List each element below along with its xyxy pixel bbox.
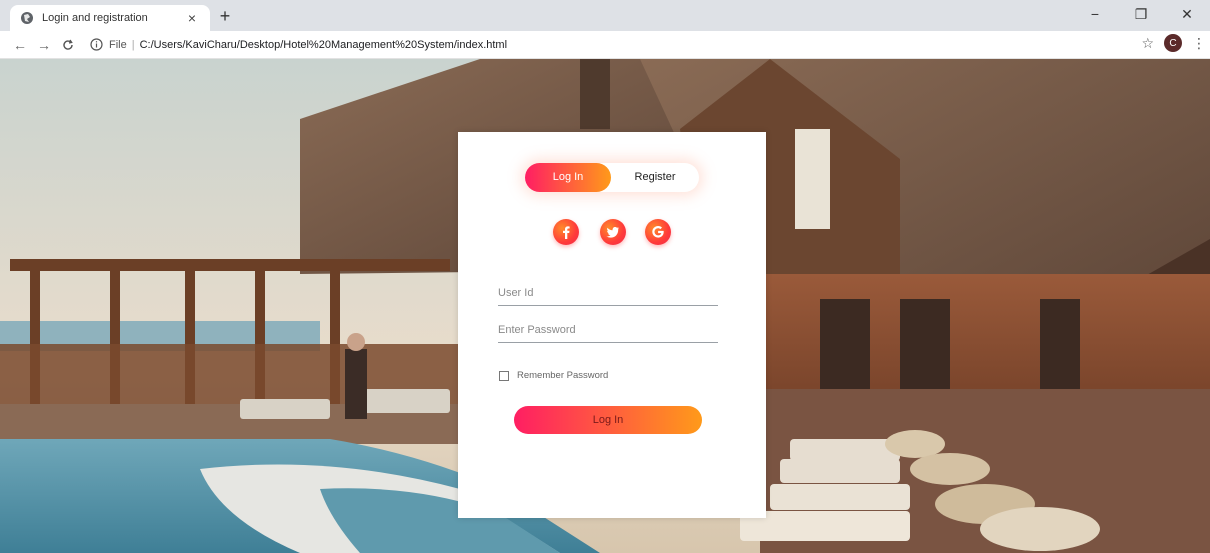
address-scheme-label: File <box>109 38 127 51</box>
forward-button[interactable]: → <box>32 33 56 57</box>
toolbar-right: ☆ C ⋮ <box>1141 34 1206 52</box>
remember-password-label: Remember Password <box>517 370 609 381</box>
minimize-button[interactable]: − <box>1072 0 1118 28</box>
new-tab-button[interactable]: + <box>214 5 236 27</box>
browser-tab[interactable]: Login and registration × <box>10 5 210 31</box>
login-submit-button[interactable]: Log In <box>514 406 702 434</box>
facebook-icon[interactable] <box>553 219 579 245</box>
browser-menu-icon[interactable]: ⋮ <box>1192 35 1206 52</box>
password-input[interactable] <box>498 317 718 343</box>
remember-password-checkbox[interactable] <box>499 370 509 381</box>
bookmark-star-icon[interactable]: ☆ <box>1141 35 1154 52</box>
profile-avatar[interactable]: C <box>1164 34 1182 52</box>
restore-button[interactable]: ❐ <box>1118 0 1164 28</box>
browser-tab-strip: Login and registration × + − ❐ ✕ <box>0 0 1210 31</box>
login-card: Log In Register Remember Password Log In <box>458 132 766 518</box>
reload-icon <box>63 39 73 50</box>
google-icon[interactable] <box>645 219 671 245</box>
reload-button[interactable] <box>56 33 80 57</box>
tab-close-icon[interactable]: × <box>184 10 200 26</box>
auth-toggle: Log In Register <box>525 163 699 192</box>
tab-login[interactable]: Log In <box>525 163 611 192</box>
tab-title: Login and registration <box>42 12 148 24</box>
globe-icon <box>20 11 34 25</box>
address-url[interactable]: C:/Users/KaviCharu/Desktop/Hotel%20Manag… <box>140 39 507 51</box>
browser-toolbar: ← → File | C:/Users/KaviCharu/Desktop/Ho… <box>0 31 1210 59</box>
address-separator: | <box>131 38 135 51</box>
tab-register[interactable]: Register <box>611 163 699 192</box>
window-controls: − ❐ ✕ <box>1072 0 1210 31</box>
user-id-input[interactable] <box>498 280 718 306</box>
remember-password-row[interactable]: Remember Password <box>499 370 608 381</box>
twitter-icon[interactable] <box>600 219 626 245</box>
back-button[interactable]: ← <box>8 33 32 57</box>
info-icon[interactable] <box>90 37 104 52</box>
page-viewport: Log In Register Remember Password Log In <box>0 59 1210 553</box>
close-window-button[interactable]: ✕ <box>1164 0 1210 28</box>
address-bar[interactable]: File | C:/Users/KaviCharu/Desktop/Hotel%… <box>90 37 507 52</box>
